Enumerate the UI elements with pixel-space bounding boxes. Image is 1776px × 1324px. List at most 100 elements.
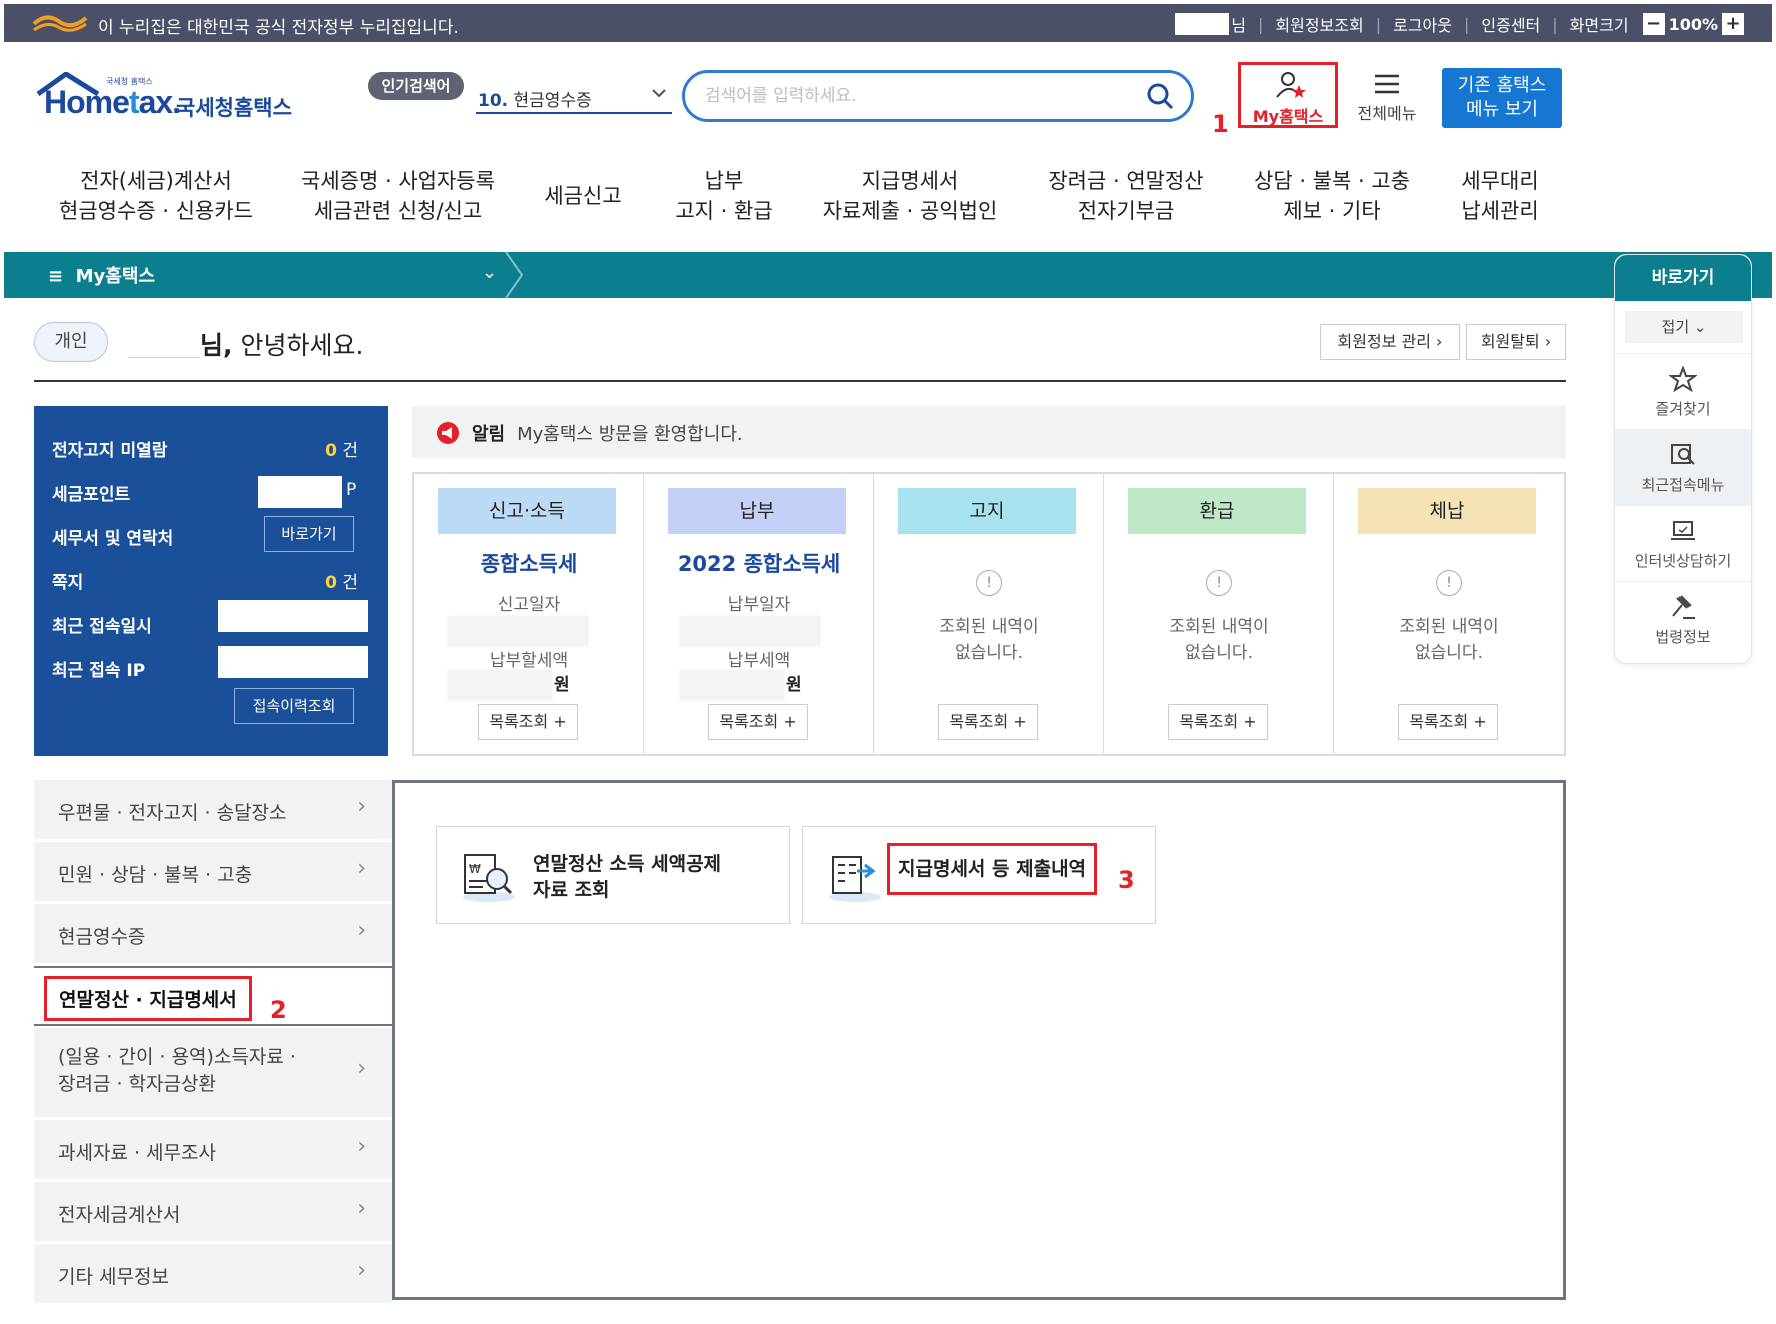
info-exclamation-icon: ! (1436, 570, 1462, 596)
list-view-button[interactable]: 목록조회 + (1168, 704, 1268, 740)
quick-law-info[interactable]: 법령정보 (1615, 581, 1751, 653)
zoom-level: 100% (1668, 14, 1718, 34)
left-menu-item[interactable]: 전자세금계산서 › (34, 1182, 392, 1242)
search-icon[interactable] (1145, 81, 1175, 111)
gnb-item-payment[interactable]: 납부 고지 · 환급 (666, 166, 782, 226)
card-notice: 고지 ! 조회된 내역이 없습니다. 목록조회 + (874, 474, 1104, 754)
masked-value (680, 670, 784, 700)
breadcrumb-arrow-icon (505, 252, 524, 298)
quick-favorites[interactable]: 즐겨찾기 (1615, 353, 1751, 429)
marker-2: 2 (270, 996, 287, 1024)
quick-recent-menu[interactable]: 최근접속메뉴 (1615, 429, 1751, 505)
search-box (682, 70, 1194, 122)
megaphone-icon (437, 422, 459, 444)
old-menu-button[interactable]: 기존 홈택스 메뉴 보기 (1442, 68, 1562, 128)
myhometax-bar-title[interactable]: ≡ My홈택스 (48, 262, 155, 288)
left-menu-item[interactable]: 현금영수증 › (34, 904, 392, 964)
tax-status-cards: 신고·소득 종합소득세 신고일자 납부할세액 원 목록조회 + 납부 2022 … (412, 472, 1566, 756)
user-star-icon (1276, 72, 1306, 98)
info-row-last-login: 최근 접속일시 (52, 617, 152, 637)
card-header: 신고·소득 (438, 488, 616, 534)
marker-3: 3 (1118, 866, 1135, 894)
card-payment: 납부 2022 종합소득세 납부일자 납부세액 원 목록조회 + (644, 474, 874, 754)
user-info-box: 전자고지 미열람 0 건 세금포인트 P 세무서 및 연락처 바로가기 쪽지 0… (34, 406, 388, 756)
masked-value (448, 616, 588, 646)
tile-year-end-deduction[interactable]: ₩ 연말정산 소득 세액공제 자료 조회 (436, 826, 790, 924)
tax-point-unit: P (346, 480, 357, 500)
withdraw-button[interactable]: 회원탈퇴 › (1466, 324, 1566, 360)
chevron-right-icon: › (357, 794, 366, 819)
won-unit: 원 (786, 675, 802, 695)
gov-bar-links: 님 | 회원정보조회 | 로그아웃 | 인증센터 | 화면크기 − 100% + (1175, 12, 1748, 36)
unread-count: 0 건 (325, 441, 358, 461)
empty-message: 조회된 내역이 없습니다. (939, 617, 1039, 663)
quick-links-panel: 바로가기 접기 ⌄ 즐겨찾기 최근접속메뉴 인터넷상담하기 법령정보 (1614, 254, 1752, 664)
gnb-item-consult[interactable]: 상담 · 불복 · 고충 제보 · 기타 (1246, 166, 1418, 226)
last-ip-value-masked (218, 646, 368, 678)
hamburger-icon (1375, 74, 1399, 94)
info-exclamation-icon: ! (1206, 570, 1232, 596)
list-view-button[interactable]: 목록조회 + (478, 704, 578, 740)
quick-links-title: 바로가기 (1615, 255, 1751, 301)
card-filing-income: 신고·소득 종합소득세 신고일자 납부할세액 원 목록조회 + (414, 474, 644, 754)
member-info-link[interactable]: 회원정보조회 (1275, 12, 1363, 36)
left-menu-item-active[interactable]: 연말정산 · 지급명세서 (34, 966, 392, 1026)
card-title[interactable]: 종합소득세 (414, 548, 644, 578)
zoom-out-button[interactable]: − (1642, 13, 1665, 35)
document-search-icon: ₩ (463, 854, 515, 902)
gnb-item-certificate[interactable]: 국세증명 · 사업자등록 세금관련 신청/신고 (298, 166, 498, 226)
chevron-down-icon[interactable]: ⌄ (482, 262, 497, 283)
laptop-icon (1671, 521, 1695, 540)
logo-brand: Hometax. (44, 84, 181, 120)
gov-emblem-icon (32, 15, 88, 32)
won-unit: 원 (554, 675, 570, 695)
card-refund: 환급 ! 조회된 내역이 없습니다. 목록조회 + (1104, 474, 1334, 754)
tile-payment-statement-history[interactable]: 지급명세서 등 제출내역 (802, 826, 1156, 924)
gnb-item-tax-agent[interactable]: 세무대리 납세관리 (1450, 166, 1550, 226)
list-view-button[interactable]: 목록조회 + (708, 704, 808, 740)
list-view-button[interactable]: 목록조회 + (938, 704, 1038, 740)
cert-center-link[interactable]: 인증센터 (1481, 12, 1540, 36)
zoom-in-button[interactable]: + (1722, 13, 1744, 35)
chevron-down-icon (652, 89, 666, 98)
access-history-button[interactable]: 접속이력조회 (234, 688, 354, 724)
gnb-item-invoice[interactable]: 전자(세금)계산서 현금영수증 · 신용카드 (56, 166, 256, 226)
left-menu-item[interactable]: 우편물 · 전자고지 · 송달장소 › (34, 780, 392, 840)
gnb-item-tax-filing[interactable]: 세금신고 (528, 181, 638, 211)
left-menu-item[interactable]: 기타 세무정보 › (34, 1244, 392, 1304)
divider (34, 380, 1566, 382)
card-header: 고지 (898, 488, 1076, 534)
old-menu-line1: 기존 홈택스 (1457, 75, 1547, 96)
chevron-right-icon: › (357, 918, 366, 943)
card-label: 납부일자 (727, 595, 791, 615)
user-type-badge: 개인 (34, 322, 108, 362)
myhometax-button[interactable]: My홈택스 (1238, 62, 1338, 128)
chevron-right-icon: › (357, 1056, 366, 1081)
manage-member-button[interactable]: 회원정보 관리 › (1320, 324, 1460, 360)
info-row-tax-office: 세무서 및 연락처 (52, 529, 174, 549)
quick-online-consult[interactable]: 인터넷상담하기 (1615, 505, 1751, 581)
tax-office-goto-button[interactable]: 바로가기 (264, 516, 354, 552)
tile-label: 지급명세서 등 제출내역 (887, 843, 1098, 895)
info-row-unread-notice: 전자고지 미열람 (52, 441, 168, 461)
left-menu-item[interactable]: 과세자료 · 세무조사 › (34, 1120, 392, 1180)
greeting-text: 님, 안녕하세요. (200, 331, 364, 360)
screen-size-label: 화면크기 (1569, 16, 1629, 35)
old-menu-line2: 메뉴 보기 (1466, 99, 1538, 120)
popular-search-select[interactable]: 10. 현금영수증 (476, 80, 672, 114)
left-menu-item[interactable]: (일용 · 간이 · 용역)소득자료 · 장려금 · 학자금상환 › (34, 1028, 392, 1118)
card-label: 신고일자 (497, 595, 561, 615)
user-name-masked (1175, 13, 1230, 35)
list-view-button[interactable]: 목록조회 + (1398, 704, 1498, 740)
logout-link[interactable]: 로그아웃 (1393, 12, 1452, 36)
fold-button[interactable]: 접기 ⌄ (1625, 311, 1743, 343)
gov-notice-bar: 이 누리집은 대한민국 공식 전자정부 누리집입니다. 님 | 회원정보조회 |… (4, 4, 1772, 42)
gnb-item-payment-statement[interactable]: 지급명세서 자료제출 · 공익법인 (812, 166, 1008, 226)
tax-point-value-masked (258, 476, 342, 508)
masked-value (448, 670, 552, 700)
gnb-item-incentive[interactable]: 장려금 · 연말정산 전자기부금 (1038, 166, 1214, 226)
left-menu-item[interactable]: 민원 · 상담 · 불복 · 고충 › (34, 842, 392, 902)
card-title[interactable]: 2022 종합소득세 (644, 548, 874, 578)
search-input[interactable] (705, 83, 1125, 109)
hometax-logo[interactable]: 국세청 홈택스 Hometax. 국세청홈택스 (36, 66, 296, 126)
